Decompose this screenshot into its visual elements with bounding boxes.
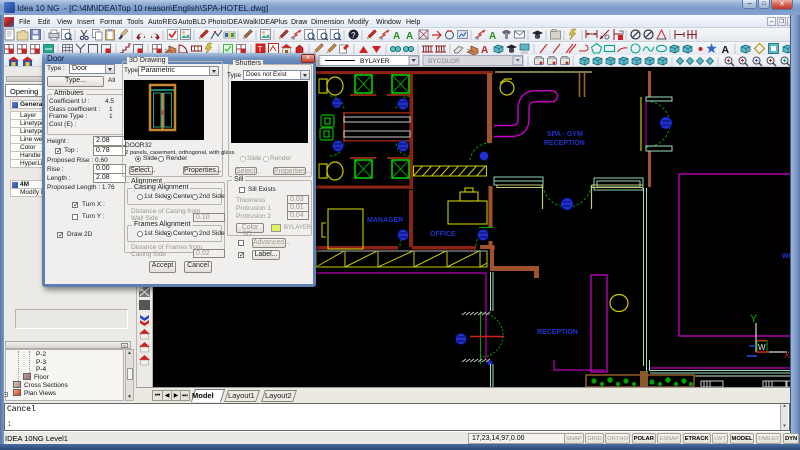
- svg-text:RECEPTION: RECEPTION: [544, 140, 585, 147]
- svg-text:A: A: [393, 31, 400, 42]
- svg-text:W: W: [758, 343, 766, 352]
- svg-text:BYCOLOR: BYCOLOR: [428, 58, 460, 65]
- svg-text:WC: WC: [782, 253, 790, 260]
- svg-text:A: A: [489, 31, 496, 42]
- svg-text:?: ?: [351, 31, 356, 40]
- svg-text:MANAGER: MANAGER: [367, 217, 403, 224]
- svg-text:RECEPTION: RECEPTION: [537, 329, 578, 336]
- svg-text:BYLAYER: BYLAYER: [360, 58, 390, 65]
- svg-text:OFFICE: OFFICE: [430, 231, 456, 238]
- svg-text:SPA - GYM: SPA - GYM: [547, 131, 583, 138]
- svg-text:A: A: [406, 31, 413, 42]
- svg-text:Y: Y: [750, 313, 758, 325]
